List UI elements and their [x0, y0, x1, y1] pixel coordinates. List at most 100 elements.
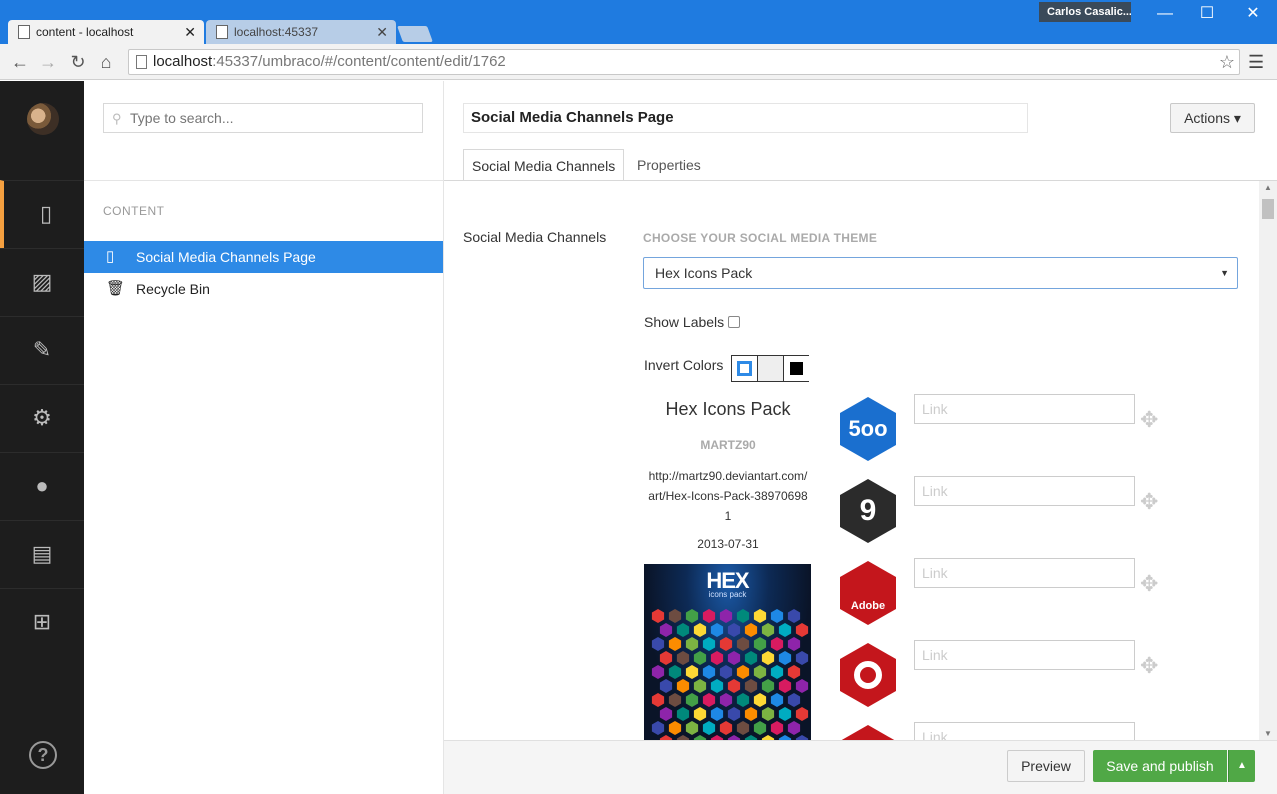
chevron-down-icon: ▼ [1220, 268, 1229, 278]
nav-developer[interactable]: ⚙ [0, 384, 84, 452]
link-input[interactable]: Link [914, 722, 1135, 745]
hex-icon [719, 665, 733, 679]
hex-icon [744, 651, 758, 665]
address-bar[interactable]: localhost:45337/umbraco/#/content/conten… [128, 49, 1240, 75]
swatch-light[interactable] [758, 356, 784, 381]
nav-users[interactable]: ● [0, 452, 84, 520]
nav-members[interactable]: ▤ [0, 520, 84, 588]
node-name-input[interactable]: Social Media Channels Page [463, 103, 1028, 133]
back-icon[interactable]: ← [8, 50, 32, 74]
swatch-dark[interactable] [784, 356, 810, 381]
search-input[interactable] [103, 103, 423, 133]
move-icon[interactable]: ✥ [1140, 407, 1158, 433]
divider [444, 180, 1277, 181]
profile-badge[interactable]: Carlos Casalic... [1039, 2, 1131, 22]
property-label: Social Media Channels [463, 229, 607, 245]
hex-icon [736, 721, 750, 735]
bookmark-star-icon[interactable]: ☆ [1219, 50, 1235, 74]
theme-select[interactable]: Hex Icons Pack ▼ [643, 257, 1238, 289]
show-labels-label: Show Labels [644, 314, 725, 330]
hex-icon [761, 651, 775, 665]
hex-icon [770, 693, 784, 707]
swatch-blue[interactable] [732, 356, 758, 381]
new-tab-button[interactable] [397, 26, 433, 42]
tab-title: localhost:45337 [234, 25, 319, 39]
show-labels-checkbox[interactable] [728, 316, 741, 328]
divider [84, 180, 444, 181]
actions-button[interactable]: Actions ▾ [1170, 103, 1255, 133]
maximize-button[interactable]: ☐ [1192, 4, 1222, 24]
tab-content-localhost[interactable]: content - localhost ✕ [8, 20, 204, 44]
hex-icon [710, 651, 724, 665]
reload-icon[interactable]: ↻ [66, 50, 90, 74]
hex-icons-grid [651, 609, 809, 740]
hex-icon [676, 623, 690, 637]
scrollbar[interactable]: ▲ ▼ [1259, 181, 1277, 741]
hex-icon [795, 623, 809, 637]
hex-icon [727, 623, 741, 637]
tree-item-recycle-bin[interactable]: 🗑 Recycle Bin [84, 273, 443, 305]
image-icon: ▨ [31, 269, 53, 294]
tab-properties[interactable]: Properties [629, 149, 709, 181]
preview-button[interactable]: Preview [1007, 750, 1085, 782]
hex-icon [736, 665, 750, 679]
avatar[interactable] [27, 103, 59, 135]
browser-toolbar: ← → ↻ ⌂ localhost:45337/umbraco/#/conten… [0, 44, 1277, 80]
help-icon[interactable]: ? [29, 741, 57, 769]
hex-icon [719, 609, 733, 623]
move-icon[interactable]: ✥ [1140, 653, 1158, 679]
link-input[interactable]: Link [914, 476, 1135, 506]
section-nav: ▯ ▨ ✎ ⚙ ● ▤ ⊞ ? [0, 81, 84, 794]
nav-content[interactable]: ▯ [0, 180, 84, 248]
forward-icon[interactable]: → [36, 50, 60, 74]
nav-media[interactable]: ▨ [0, 248, 84, 316]
hex-icon [753, 665, 767, 679]
hex-icon [651, 637, 665, 651]
scroll-thumb[interactable] [1262, 199, 1274, 219]
hex-icon [693, 623, 707, 637]
hex-icon [736, 637, 750, 651]
theme-select-value: Hex Icons Pack [655, 265, 753, 281]
hex-icon [710, 707, 724, 721]
hex-icon [651, 721, 665, 735]
nav-settings[interactable]: ✎ [0, 316, 84, 384]
nav-forms[interactable]: ⊞ [0, 588, 84, 656]
move-icon[interactable]: ✥ [1140, 571, 1158, 597]
hex-icon [787, 609, 801, 623]
move-icon[interactable]: ✥ [1140, 489, 1158, 515]
tab-close-icon[interactable]: ✕ [376, 20, 388, 44]
tree-item-social-media-page[interactable]: ▯ Social Media Channels Page [84, 241, 443, 273]
hex-icon [727, 707, 741, 721]
pack-title: Hex Icons Pack [665, 399, 791, 419]
close-window-button[interactable]: ✕ [1238, 4, 1268, 24]
save-and-publish-button[interactable]: Save and publish [1093, 750, 1227, 782]
hex-icon [778, 623, 792, 637]
invert-colors-swatches [731, 355, 810, 382]
page-icon [18, 25, 30, 39]
scroll-down-icon[interactable]: ▼ [1259, 727, 1277, 741]
hex-icon [693, 707, 707, 721]
hex-icon [753, 609, 767, 623]
menu-icon[interactable]: ☰ [1248, 52, 1264, 73]
publish-options-button[interactable]: ▲ [1228, 750, 1255, 782]
hex-icon [778, 707, 792, 721]
tab-title: content - localhost [36, 25, 134, 39]
hex-icon [719, 693, 733, 707]
hex-icon [676, 679, 690, 693]
link-input[interactable]: Link [914, 394, 1135, 424]
home-icon[interactable]: ⌂ [94, 50, 118, 74]
pack-url[interactable]: http://martz90.deviantart.com/art/Hex-Ic… [648, 466, 808, 526]
tab-localhost[interactable]: localhost:45337 ✕ [206, 20, 396, 44]
link-input[interactable]: Link [914, 640, 1135, 670]
tab-social-media-channels[interactable]: Social Media Channels [463, 149, 625, 181]
url-path: :45337/umbraco/#/content/content/edit/17… [212, 53, 506, 70]
hex-icon [778, 679, 792, 693]
pack-preview-image: HEX icons pack [644, 564, 811, 740]
hex-icon [787, 693, 801, 707]
scroll-up-icon[interactable]: ▲ [1259, 181, 1277, 195]
hex-icon [676, 651, 690, 665]
link-input[interactable]: Link [914, 558, 1135, 588]
tab-close-icon[interactable]: ✕ [184, 20, 196, 44]
wrench-icon: ✎ [32, 337, 52, 362]
minimize-button[interactable]: — [1150, 4, 1180, 24]
